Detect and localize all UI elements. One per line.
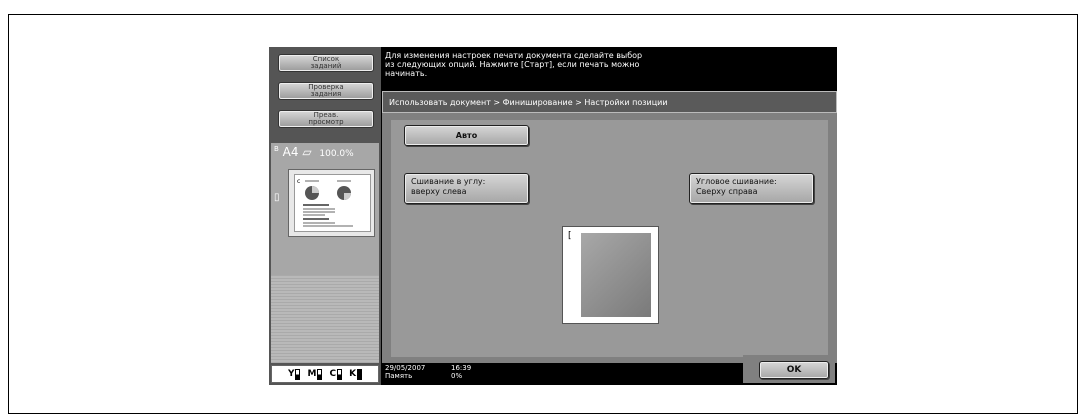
toner-bar: [317, 368, 323, 380]
document-thumbnail: c: [294, 174, 371, 232]
paper-info-box: B A4 ▱ 100.0% ▯ c: [271, 143, 379, 275]
toner-m: M: [307, 368, 323, 380]
svg-text:c: c: [297, 178, 300, 185]
staple-top-right-button[interactable]: Угловое сшивание: Сверху справа: [689, 173, 814, 204]
main-area: Использовать документ > Финиширование > …: [382, 91, 837, 363]
paper-size: A4: [282, 145, 299, 159]
toner-label: C: [329, 369, 337, 379]
toner-k: K: [349, 368, 363, 380]
staple-position-preview: [: [562, 226, 659, 324]
duplex-icon: ▯: [274, 192, 280, 203]
status-date: 29/05/2007: [385, 364, 426, 372]
status-bar: 29/05/2007 16:39 Память 0%: [385, 364, 471, 380]
left-panel: Список заданий Проверка задания Преав. п…: [269, 47, 381, 385]
panel-filler: [271, 275, 379, 363]
instruction-message: Для изменения настроек печати документа …: [385, 51, 643, 78]
memory-value: 0%: [451, 372, 463, 380]
document-thumbnail-frame: c: [288, 169, 375, 237]
position-settings-panel: Авто Сшивание в углу: вверху слева Углов…: [391, 120, 828, 357]
toner-label: M: [307, 369, 317, 379]
memory-label: Память: [385, 372, 413, 380]
breadcrumb: Использовать документ > Финиширование > …: [382, 91, 837, 113]
paper-size-indicator: B A4 ▱ 100.0%: [274, 145, 354, 159]
toner-levels: Y M C K: [271, 365, 379, 383]
document-page-preview: [581, 233, 651, 317]
toner-y: Y: [287, 368, 301, 380]
orientation-icon: ▱: [302, 145, 312, 159]
printer-control-panel: Список заданий Проверка задания Преав. п…: [269, 47, 837, 385]
toner-label: Y: [287, 369, 295, 379]
status-time: 16:39: [451, 364, 472, 372]
thumbnail-graphic: c: [297, 178, 353, 227]
auto-button[interactable]: Авто: [404, 125, 529, 146]
toner-bar: [357, 368, 363, 380]
check-job-button[interactable]: Проверка задания: [278, 82, 374, 100]
staple-icon: [: [568, 231, 572, 241]
paper-tray-marker: B: [274, 145, 279, 153]
staple-top-left-button[interactable]: Сшивание в углу: вверху слева: [404, 173, 529, 204]
zoom-level: 100.0%: [319, 149, 354, 159]
toner-label: K: [349, 369, 357, 379]
ok-area: OK: [743, 355, 835, 383]
toner-bar: [295, 368, 301, 380]
toner-bar: [337, 368, 343, 380]
preview-button[interactable]: Преав. просмотр: [278, 110, 374, 128]
ok-button[interactable]: OK: [759, 361, 829, 379]
toner-c: C: [329, 368, 343, 380]
job-list-button[interactable]: Список заданий: [278, 54, 374, 72]
